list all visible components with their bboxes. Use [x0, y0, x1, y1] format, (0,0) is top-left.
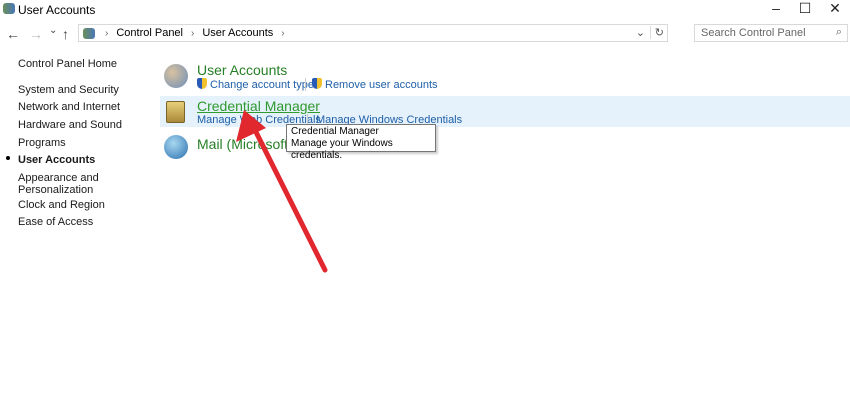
- arrow-head: [236, 110, 266, 142]
- annotation-arrow: [236, 110, 328, 273]
- arrow-shaft: [253, 129, 328, 273]
